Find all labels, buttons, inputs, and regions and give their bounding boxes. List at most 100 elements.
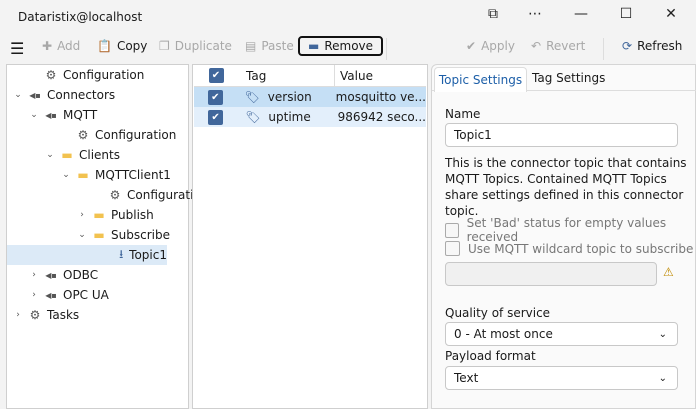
window-title: Dataristix@localhost	[18, 10, 143, 24]
name-label: Name	[445, 107, 481, 121]
tree-item-label: ODBC	[63, 268, 99, 282]
select-all-checkbox[interactable]: ✔	[208, 68, 224, 83]
tree-item[interactable]: ⚙ Configuration	[7, 185, 209, 205]
close-icon[interactable]: ✕	[661, 6, 681, 22]
undo-icon: ↶	[531, 39, 542, 53]
tag-value: mosquitto ve...	[335, 90, 426, 104]
tree-item[interactable]: › ◀▪ OPC UA	[7, 285, 109, 305]
tag-name: version	[267, 90, 312, 104]
tree-item[interactable]: ⌄ ▬ Clients	[7, 145, 120, 165]
chevron-down-icon[interactable]: ⌄	[61, 170, 71, 180]
duplicate-button[interactable]: ❐ Duplicate	[159, 39, 232, 53]
paste-icon: ▤	[245, 39, 257, 53]
add-button[interactable]: ✚ Add	[42, 39, 80, 53]
copy-icon: 📋	[97, 39, 112, 53]
tree-item[interactable]: › ◀▪ ODBC	[7, 265, 98, 285]
row-checkbox[interactable]: ✔	[208, 109, 224, 125]
column-tag[interactable]: Tag	[238, 69, 334, 83]
tree-item[interactable]: ⚙ Configuration	[7, 65, 145, 85]
download-icon: ⭳	[119, 246, 124, 261]
qos-label: Quality of service	[445, 306, 551, 320]
folder-icon: ▬	[93, 228, 105, 242]
tree-item-label: MQTT	[63, 108, 98, 122]
folder-icon: ▬	[93, 208, 105, 222]
chevron-down-icon[interactable]: ⌄	[13, 90, 23, 100]
tree-item-label: Configuration	[95, 128, 177, 142]
tag-name: uptime	[268, 110, 311, 124]
gear-icon: ⚙	[77, 128, 89, 142]
table-row[interactable]: ✔ 🏷︎ uptime 986942 seco...	[194, 107, 426, 127]
payload-select[interactable]: Text ⌄	[445, 366, 678, 390]
gear-icon: ⚙	[45, 68, 57, 82]
plug-icon: ◀▪	[45, 290, 57, 300]
name-field[interactable]: Topic1	[445, 123, 678, 147]
revert-button[interactable]: ↶ Revert	[531, 39, 585, 53]
table-row[interactable]: ✔ 🏷︎ version mosquitto ve...	[194, 87, 426, 107]
tree-item[interactable]: ⭳ Topic1	[7, 245, 167, 265]
tree-panel: ⚙ Configuration ⌄ ◀▪ Connectors ⌄ ◀▪ MQTT ⚙ Confi…	[6, 64, 208, 409]
tree-item-label: MQTTClient1	[95, 168, 171, 182]
bad-status-checkbox[interactable]: Set 'Bad' status for empty values receiv…	[445, 216, 695, 244]
plug-icon: ◀▪	[45, 270, 57, 280]
minus-icon: ▬	[308, 39, 320, 53]
wildcard-field[interactable]	[445, 262, 657, 286]
tab-topic-settings[interactable]: Topic Settings	[434, 67, 527, 92]
chevron-down-icon[interactable]: ⌄	[29, 110, 39, 120]
tree-item-label: OPC UA	[63, 288, 109, 302]
minimize-icon[interactable]: —	[571, 6, 591, 22]
chevron-down-icon[interactable]: ⌄	[77, 230, 87, 240]
wildcard-checkbox[interactable]: Use MQTT wildcard topic to subscribe	[445, 241, 693, 256]
plug-icon: ◀▪	[45, 110, 57, 120]
tag-icon: 🏷︎	[245, 110, 261, 124]
paste-button[interactable]: ▤ Paste	[245, 39, 294, 53]
tree-item[interactable]: › ▬ Publish	[7, 205, 154, 225]
tree-item-label: Topic1	[129, 248, 167, 262]
remove-button[interactable]: ▬ Remove	[298, 36, 384, 56]
tree-item[interactable]: ⌄ ▬ Subscribe	[7, 225, 170, 245]
tag-icon: 🏷︎	[244, 90, 260, 104]
tree-item[interactable]: ⚙ Configuration	[7, 125, 177, 145]
toolbar: ☰ ✚ Add 📋 Copy ❐ Duplicate ▤ Paste ▬ Remove ✔…	[0, 36, 696, 62]
description: This is the connector topic that contain…	[445, 156, 687, 218]
refresh-button[interactable]: ⟳ Refresh	[622, 39, 682, 53]
layout-icon[interactable]: ⧉	[483, 6, 503, 22]
tree-item[interactable]: ⌄ ◀▪ MQTT	[7, 105, 97, 125]
chevron-right-icon[interactable]: ›	[77, 210, 87, 220]
tree-item-label: Tasks	[47, 308, 80, 322]
chevron-right-icon[interactable]: ›	[29, 290, 39, 300]
chevron-down-icon[interactable]: ⌄	[45, 150, 55, 160]
gears-icon: ⚙	[29, 308, 41, 322]
chevron-right-icon[interactable]: ›	[13, 310, 23, 320]
settings-panel: Topic Settings Tag Settings Name Topic1 …	[431, 64, 696, 409]
duplicate-icon: ❐	[159, 39, 170, 53]
payload-label: Payload format	[445, 349, 536, 363]
chevron-right-icon[interactable]: ›	[29, 270, 39, 280]
plus-icon: ✚	[42, 39, 53, 53]
column-value[interactable]: Value	[334, 64, 373, 87]
apply-button[interactable]: ✔ Apply	[466, 39, 515, 53]
more-icon[interactable]: ⋯	[525, 6, 545, 22]
copy-button[interactable]: 📋 Copy	[97, 39, 147, 53]
tag-value: 986942 seco...	[337, 110, 426, 124]
check-icon: ✔	[466, 39, 477, 53]
tree-item-label: Publish	[111, 208, 154, 222]
qos-select[interactable]: 0 - At most once ⌄	[445, 322, 678, 346]
tab-tag-settings[interactable]: Tag Settings	[532, 71, 605, 85]
folder-icon: ▬	[61, 148, 73, 162]
table-header: ✔ Tag Value	[194, 64, 426, 87]
divider	[603, 38, 604, 60]
maximize-icon[interactable]: ☐	[616, 6, 636, 22]
tree-item-label: Clients	[79, 148, 120, 162]
tree-item[interactable]: ⌄ ◀▪ Connectors	[7, 85, 115, 105]
warning-icon: ⚠	[663, 265, 674, 279]
tree-item-label: Subscribe	[111, 228, 170, 242]
tree-item-label: Configuration	[63, 68, 145, 82]
menu-icon[interactable]: ☰	[10, 39, 24, 58]
tree-item[interactable]: ⌄ ▬ MQTTClient1	[7, 165, 171, 185]
chevron-down-icon: ⌄	[658, 328, 667, 340]
tree-item[interactable]: › ⚙ Tasks	[7, 305, 79, 325]
plug-icon: ◀▪	[29, 90, 41, 100]
folder-icon: ▬	[77, 168, 89, 182]
row-checkbox[interactable]: ✔	[207, 89, 223, 105]
gear-icon: ⚙	[109, 188, 121, 202]
